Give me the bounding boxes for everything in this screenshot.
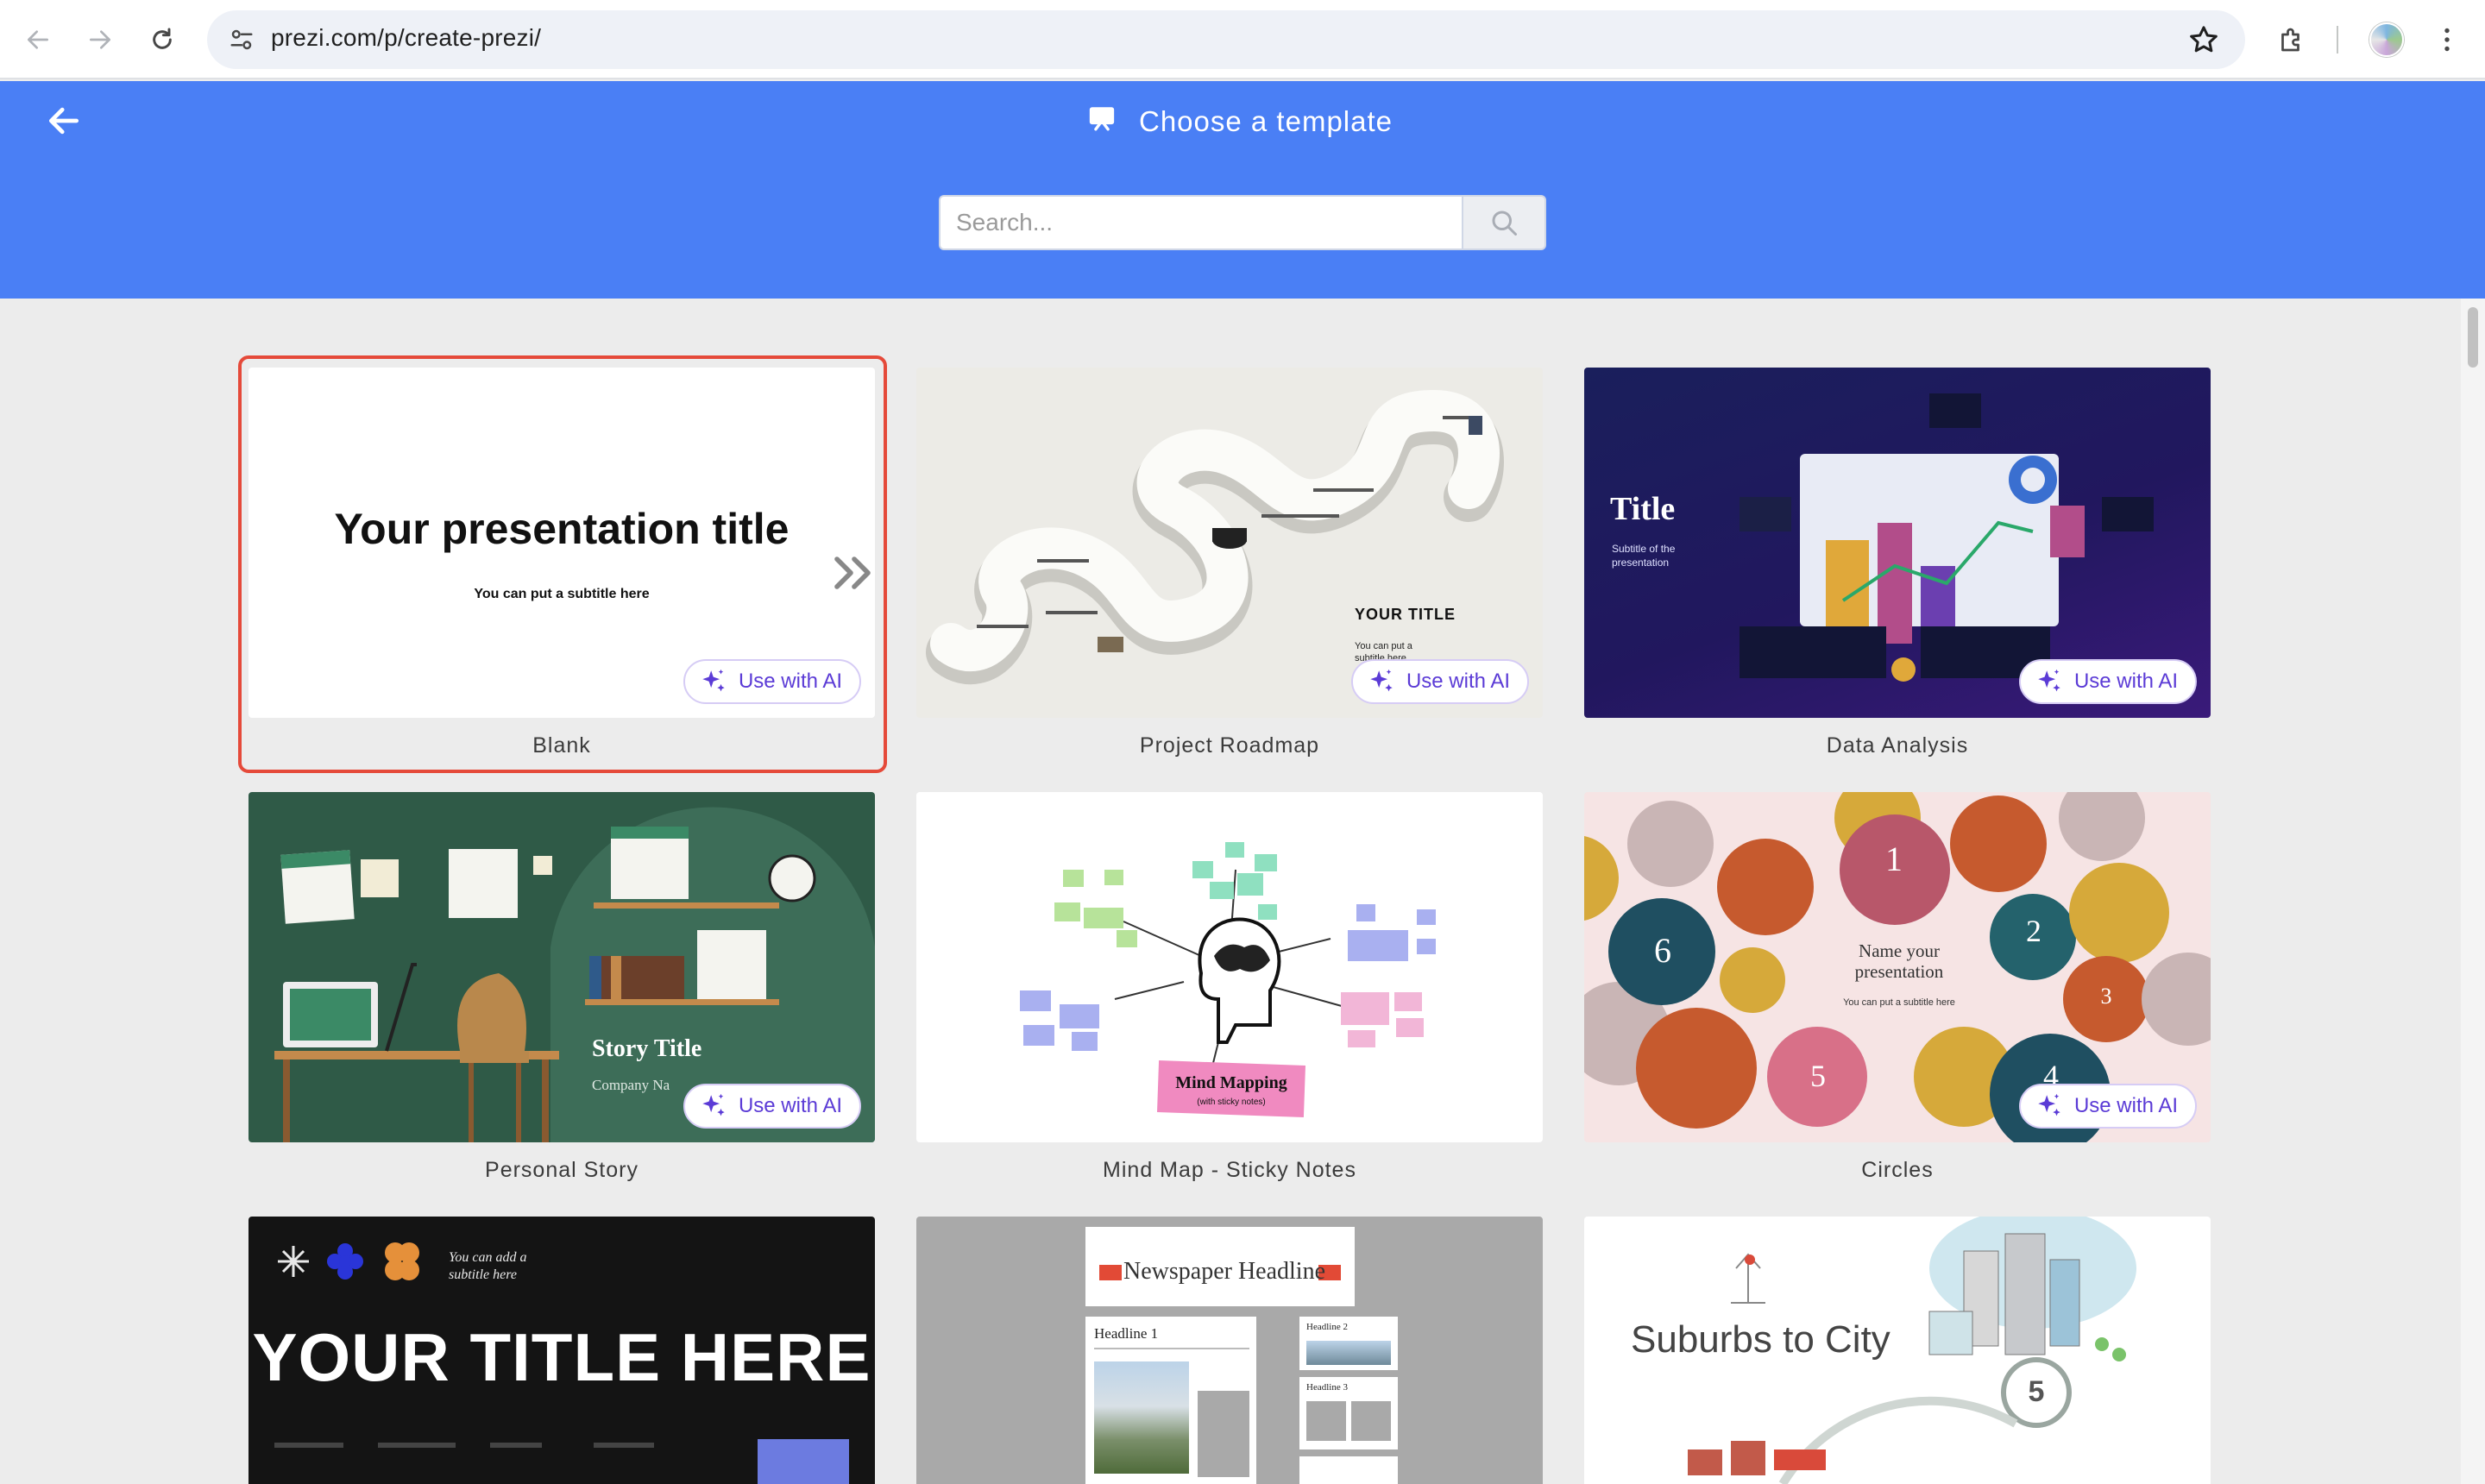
presentation-icon xyxy=(1087,104,1117,140)
site-settings-icon[interactable] xyxy=(224,22,259,57)
thumb-subtitle: (with sticky notes) xyxy=(1197,1097,1266,1107)
scrollbar-thumb[interactable] xyxy=(2468,307,2478,368)
thumb-title: Your presentation title xyxy=(334,505,790,553)
template-thumbnail[interactable]: Suburbs to City 5 xyxy=(1584,1217,2211,1484)
back-arrow-icon[interactable] xyxy=(45,102,83,140)
use-with-ai-label: Use with AI xyxy=(1406,670,1510,693)
newspaper-column-main: Headline 1 xyxy=(1085,1317,1256,1484)
template-name: Personal Story xyxy=(485,1158,639,1182)
search-input[interactable] xyxy=(939,195,1462,250)
toolbar-divider xyxy=(2337,26,2338,53)
thumb-subtitle: You can put a subtitle here xyxy=(1843,997,1955,1008)
template-thumbnail[interactable]: YOUR TITLE You can put a subtitle here U… xyxy=(916,368,1543,718)
thumb-subtitle: You can add a subtitle here xyxy=(449,1250,527,1282)
placeholder-block xyxy=(1306,1401,1346,1441)
use-with-ai-button[interactable]: Use with AI xyxy=(683,659,861,704)
circle-number-2: 2 xyxy=(2026,914,2041,948)
more-menu-icon[interactable] xyxy=(2426,19,2468,60)
extensions-icon[interactable] xyxy=(2271,19,2312,60)
headline-1: Headline 1 xyxy=(1094,1325,1159,1342)
thumb-subtitle: Subtitle of the presentation xyxy=(1612,543,1676,569)
circle-number-5: 5 xyxy=(1810,1059,1826,1093)
address-bar[interactable]: prezi.com/p/create-prezi/ xyxy=(207,10,2245,69)
placeholder-block xyxy=(1351,1401,1391,1441)
circle-number-6: 6 xyxy=(1654,931,1671,970)
use-with-ai-button[interactable]: Use with AI xyxy=(2018,659,2197,704)
thumb-title: YOUR TITLE xyxy=(1355,606,1456,623)
template-thumbnail[interactable]: Mind Mapping (with sticky notes) xyxy=(916,792,1543,1142)
template-name: Data Analysis xyxy=(1826,733,1969,758)
template-thumbnail[interactable]: Newspaper Headline Headline 1 Headline 2… xyxy=(916,1217,1543,1484)
template-name: Mind Map - Sticky Notes xyxy=(1103,1158,1356,1182)
forward-icon[interactable] xyxy=(79,19,121,60)
page-scrollbar[interactable] xyxy=(2461,299,2485,1484)
template-thumbnail[interactable]: Title Subtitle of the presentation Use w… xyxy=(1584,368,2211,718)
use-with-ai-label: Use with AI xyxy=(738,1094,842,1117)
bookmark-star-icon[interactable] xyxy=(2186,22,2221,57)
thumb-title: Mind Mapping xyxy=(1175,1073,1287,1092)
headline-3: Headline 3 xyxy=(1306,1382,1348,1393)
search-icon xyxy=(1492,211,1517,236)
template-thumbnail[interactable]: 1 2 3 4 5 6 Name your presentation You c… xyxy=(1584,792,2211,1142)
sparkle-icon xyxy=(702,1093,725,1116)
circle-number-3: 3 xyxy=(2100,984,2112,1009)
use-with-ai-button[interactable]: Use with AI xyxy=(683,1084,861,1129)
sparkle-icon xyxy=(2038,669,2060,692)
thumb-title: Newspaper Headline xyxy=(1123,1258,1326,1285)
placeholder-block xyxy=(1198,1391,1249,1477)
masthead-marker-left xyxy=(1099,1265,1122,1280)
use-with-ai-label: Use with AI xyxy=(2073,1094,2178,1117)
template-name: Blank xyxy=(532,733,591,758)
thumb-subtitle: You can put a subtitle here xyxy=(474,587,650,601)
use-with-ai-label: Use with AI xyxy=(738,670,842,693)
newspaper-column-side-1: Headline 2 xyxy=(1299,1317,1398,1370)
sparkle-icon xyxy=(2038,1093,2060,1116)
template-search xyxy=(939,195,1546,250)
reload-icon[interactable] xyxy=(142,19,183,60)
newspaper-column-side-2: Headline 3 xyxy=(1299,1377,1398,1449)
page-title-text: Choose a template xyxy=(1139,105,1393,137)
newspaper-masthead: Newspaper Headline xyxy=(1085,1227,1355,1306)
template-thumbnail[interactable]: Your presentation title You can put a su… xyxy=(248,368,875,718)
double-chevron-icon xyxy=(832,552,875,598)
sparkle-icon xyxy=(702,669,725,692)
browser-toolbar: prezi.com/p/create-prezi/ xyxy=(0,0,2485,79)
use-with-ai-button[interactable]: Use with AI xyxy=(1350,659,1529,704)
template-thumbnail[interactable]: Story Title Company Na Use with AI xyxy=(248,792,875,1142)
side-photo xyxy=(1306,1341,1391,1365)
mountain-photo xyxy=(1094,1361,1189,1474)
search-button[interactable] xyxy=(1462,195,1546,250)
thumb-subtitle: Company Na xyxy=(592,1077,670,1093)
template-header: Choose a template xyxy=(0,81,2485,299)
divider xyxy=(1094,1348,1249,1349)
thumb-title: Suburbs to City xyxy=(1631,1318,1890,1361)
profile-avatar[interactable] xyxy=(2369,22,2404,57)
template-name: Project Roadmap xyxy=(1139,733,1320,758)
page-title: Choose a template xyxy=(1087,100,1393,143)
thumb-title: YOUR TITLE HERE xyxy=(252,1319,871,1395)
use-with-ai-button[interactable]: Use with AI xyxy=(2018,1084,2197,1129)
template-thumbnail[interactable]: You can add a subtitle here YOUR TITLE H… xyxy=(248,1217,875,1484)
back-icon[interactable] xyxy=(17,19,59,60)
newspaper-column-side-3 xyxy=(1299,1456,1398,1484)
circle-number-1: 1 xyxy=(1885,839,1903,878)
thumb-title: Story Title xyxy=(592,1035,702,1062)
thumb-number: 5 xyxy=(2028,1375,2045,1408)
template-name: Circles xyxy=(1861,1158,1934,1182)
thumb-title: Name your presentation xyxy=(1854,940,1944,982)
use-with-ai-label: Use with AI xyxy=(2073,670,2178,693)
sparkle-icon xyxy=(1370,669,1393,692)
thumb-title: Title xyxy=(1610,491,1676,527)
url-text[interactable]: prezi.com/p/create-prezi/ xyxy=(271,24,541,52)
headline-2: Headline 2 xyxy=(1306,1322,1348,1332)
